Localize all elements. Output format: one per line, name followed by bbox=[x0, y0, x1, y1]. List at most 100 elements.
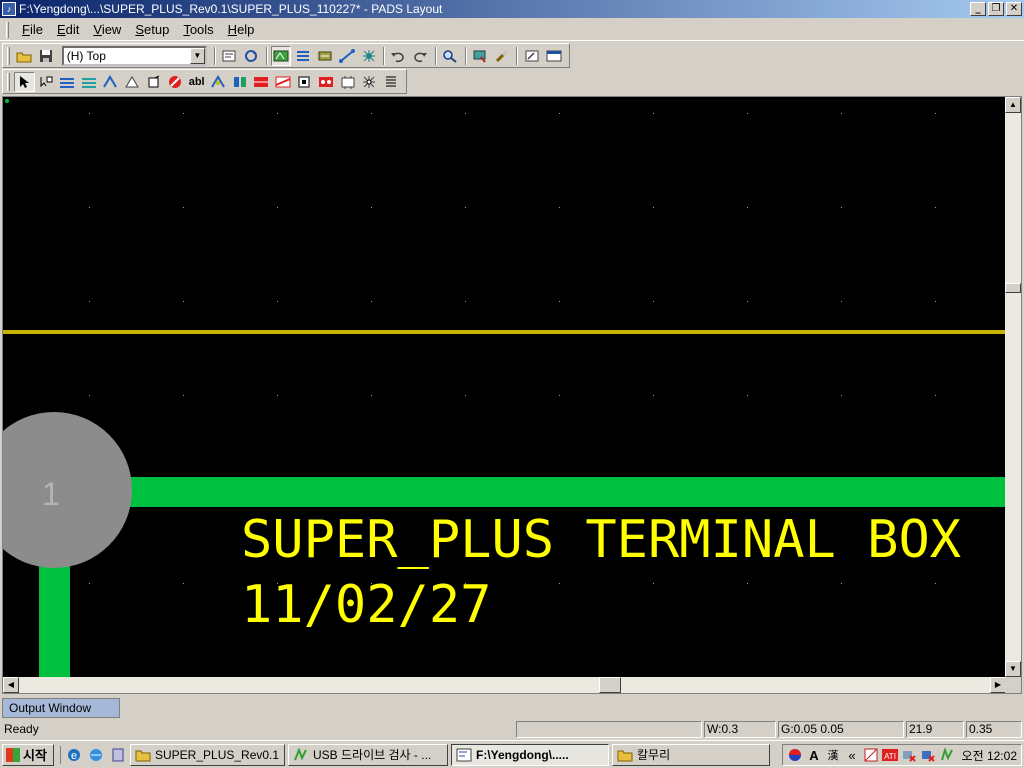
grid-dot bbox=[89, 113, 90, 114]
ecogui-button[interactable] bbox=[314, 46, 335, 66]
ime-hanja-icon[interactable]: 漢 bbox=[825, 747, 841, 763]
scroll-right-button[interactable]: ▶ bbox=[990, 677, 1006, 693]
grid-dot bbox=[465, 207, 466, 208]
verify-design-button[interactable] bbox=[491, 46, 512, 66]
bus-route-icon bbox=[148, 75, 159, 87]
desktop-icon[interactable] bbox=[109, 746, 127, 764]
grid-dot bbox=[747, 113, 748, 114]
toolbar-grip[interactable] bbox=[7, 72, 10, 91]
ati-icon[interactable]: ATI bbox=[882, 747, 898, 763]
length-button[interactable] bbox=[208, 72, 229, 92]
design-toolbar: abl bbox=[2, 69, 407, 94]
task-usb-check[interactable]: USB 드라이브 검사 - ... bbox=[288, 743, 448, 766]
add-via-button[interactable] bbox=[294, 72, 315, 92]
trace-horizontal bbox=[103, 477, 1006, 507]
output-window-button[interactable] bbox=[543, 46, 564, 66]
save-button[interactable] bbox=[36, 46, 57, 66]
menu-grip[interactable] bbox=[6, 21, 9, 38]
grid-dot bbox=[277, 113, 278, 114]
menu-file[interactable]: File bbox=[15, 20, 50, 39]
toolbar-grip[interactable] bbox=[7, 46, 10, 65]
session-log-button[interactable] bbox=[521, 46, 542, 66]
scrollbar-corner bbox=[1005, 677, 1021, 693]
close-button[interactable]: ✕ bbox=[1006, 2, 1022, 16]
horizontal-scrollbar[interactable]: ◀ ▶ bbox=[3, 677, 1006, 693]
design-toolbar-icon bbox=[273, 50, 289, 61]
vertical-scroll-thumb[interactable] bbox=[1005, 283, 1021, 293]
zoom-button[interactable] bbox=[440, 46, 461, 66]
task-pads-layout[interactable]: F:\Yengdong\..... bbox=[451, 743, 609, 766]
output-window-tab[interactable]: Output Window bbox=[2, 698, 120, 718]
network-error-icon[interactable] bbox=[901, 747, 917, 763]
tray-app-icon[interactable] bbox=[863, 747, 879, 763]
tray-expand-icon[interactable]: « bbox=[844, 747, 860, 763]
test-point-icon bbox=[363, 75, 376, 88]
undo-button[interactable] bbox=[388, 46, 409, 66]
add-copper-button[interactable] bbox=[251, 72, 272, 92]
vertical-scrollbar[interactable]: ▲ ▼ bbox=[1005, 97, 1021, 677]
grid-dot bbox=[89, 207, 90, 208]
bus-route-button[interactable] bbox=[143, 72, 164, 92]
redo-button[interactable] bbox=[410, 46, 431, 66]
auto-route-button[interactable] bbox=[122, 72, 143, 92]
minimize-button[interactable]: _ bbox=[970, 2, 986, 16]
view-nets-button[interactable] bbox=[470, 46, 491, 66]
add-component-button[interactable] bbox=[316, 72, 337, 92]
ie-e-icon[interactable]: e bbox=[65, 746, 83, 764]
chevron-down-icon[interactable]: ▼ bbox=[189, 47, 205, 64]
scroll-down-button[interactable]: ▼ bbox=[1005, 661, 1021, 677]
title-bar[interactable]: ♪ F:\Yengdong\...\SUPER_PLUS_Rev0.1\SUPE… bbox=[0, 0, 1024, 18]
quick-launch: e bbox=[60, 745, 127, 764]
add-jumper-button[interactable] bbox=[337, 72, 358, 92]
browser-icon[interactable] bbox=[87, 746, 105, 764]
menu-view[interactable]: View bbox=[86, 20, 128, 39]
properties-button[interactable] bbox=[219, 46, 240, 66]
dynamic-route-button[interactable] bbox=[79, 72, 100, 92]
menu-bar: File Edit View Setup Tools Help bbox=[0, 19, 1024, 41]
pads-tray-icon[interactable] bbox=[939, 747, 955, 763]
bga-button[interactable] bbox=[358, 46, 379, 66]
route-button[interactable] bbox=[336, 46, 357, 66]
move-button[interactable] bbox=[36, 72, 57, 92]
open-button[interactable] bbox=[14, 46, 35, 66]
redraw-button[interactable] bbox=[241, 46, 262, 66]
add-route-button[interactable] bbox=[57, 72, 78, 92]
scroll-left-button[interactable]: ◀ bbox=[3, 677, 19, 693]
no-route-button[interactable] bbox=[165, 72, 186, 92]
task-super-plus-folder[interactable]: SUPER_PLUS_Rev0.1 bbox=[130, 743, 285, 766]
window-title: F:\Yengdong\...\SUPER_PLUS_Rev0.1\SUPER_… bbox=[19, 2, 443, 16]
menu-setup[interactable]: Setup bbox=[128, 20, 176, 39]
network-error-icon-2[interactable] bbox=[920, 747, 936, 763]
add-test-point-button[interactable] bbox=[359, 72, 380, 92]
menu-help[interactable]: Help bbox=[221, 20, 262, 39]
report-button[interactable] bbox=[380, 72, 401, 92]
pcb-canvas[interactable]: 1 SUPER_PLUS TERMINAL BOX 11/02/27 bbox=[3, 97, 1006, 677]
layer-select[interactable]: (H) Top ▼ bbox=[61, 45, 207, 66]
sketch-route-icon bbox=[103, 74, 118, 88]
sketch-route-button[interactable] bbox=[100, 72, 121, 92]
restore-button[interactable]: ❐ bbox=[988, 2, 1004, 16]
menu-edit[interactable]: Edit bbox=[50, 20, 86, 39]
add-text-button[interactable]: abl bbox=[186, 72, 207, 92]
korean-ime-icon[interactable] bbox=[787, 747, 803, 763]
menu-tools[interactable]: Tools bbox=[176, 20, 220, 39]
grid-dot bbox=[277, 395, 278, 396]
grid-dot bbox=[841, 583, 842, 584]
dynamic-route-icon bbox=[81, 77, 96, 88]
scroll-up-button[interactable]: ▲ bbox=[1005, 97, 1021, 113]
origin-marker bbox=[5, 99, 9, 103]
grid-dot bbox=[371, 207, 372, 208]
pads-app-icon[interactable]: ♪ bbox=[2, 2, 16, 16]
drafting-toolbar-button[interactable] bbox=[292, 46, 313, 66]
copper-cutout-button[interactable] bbox=[273, 72, 294, 92]
pcb-drawing[interactable]: 1 SUPER_PLUS TERMINAL BOX 11/02/27 bbox=[3, 97, 1006, 677]
start-button[interactable]: 시작 bbox=[2, 743, 54, 766]
ime-mode-a-icon[interactable]: A bbox=[806, 747, 822, 763]
undo-icon bbox=[391, 52, 405, 62]
stub-button[interactable] bbox=[230, 72, 251, 92]
task-folder-kalmuri[interactable]: 칼무리 bbox=[612, 743, 770, 766]
design-toolbar-button[interactable] bbox=[270, 45, 292, 66]
select-mode-button[interactable] bbox=[13, 71, 35, 92]
svg-text:e: e bbox=[71, 750, 77, 762]
horizontal-scroll-thumb[interactable] bbox=[599, 677, 621, 693]
